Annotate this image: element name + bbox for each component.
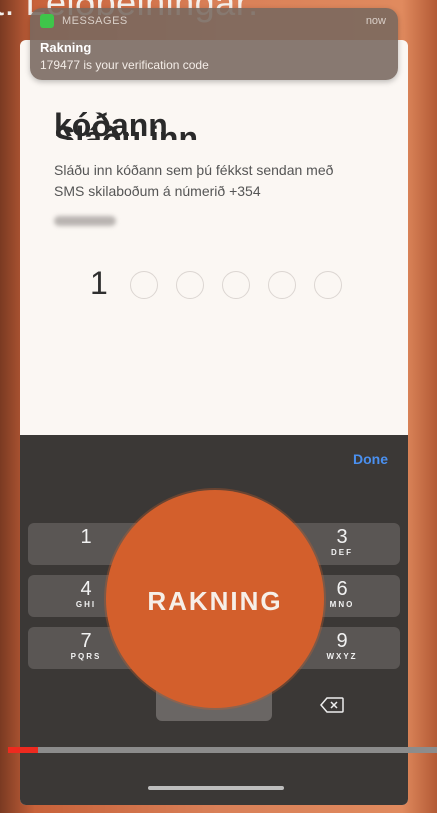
notification-sender: Rakning [40, 40, 92, 55]
notification-message: 179477 is your verification code [40, 58, 209, 72]
logo-text: RAKNING [147, 586, 283, 616]
page-title: kóðann [54, 107, 168, 143]
backspace-icon[interactable] [320, 697, 344, 713]
code-slot [130, 271, 158, 299]
notification-app-name: MESSAGES [62, 15, 128, 27]
code-slot [314, 271, 342, 299]
sms-notification[interactable]: MESSAGES now Rakning 179477 is your veri… [30, 8, 398, 80]
code-slot [222, 271, 250, 299]
code-slot [176, 271, 204, 299]
instruction-text: Sláðu inn kóðann sem þú fékkst sendan me… [54, 162, 334, 199]
redacted-phone-number [54, 216, 116, 226]
video-progress-bar[interactable] [8, 747, 437, 753]
home-indicator[interactable] [148, 786, 284, 790]
code-digit-1: 1 [90, 265, 108, 301]
notification-time: now [365, 15, 386, 27]
video-progress-fill [8, 747, 39, 753]
done-button[interactable]: Done [353, 451, 388, 467]
code-slot [268, 271, 296, 299]
messages-app-icon [40, 14, 54, 28]
rakning-logo-overlay: RAKNING [106, 490, 324, 708]
code-input[interactable]: 1 [90, 265, 370, 305]
